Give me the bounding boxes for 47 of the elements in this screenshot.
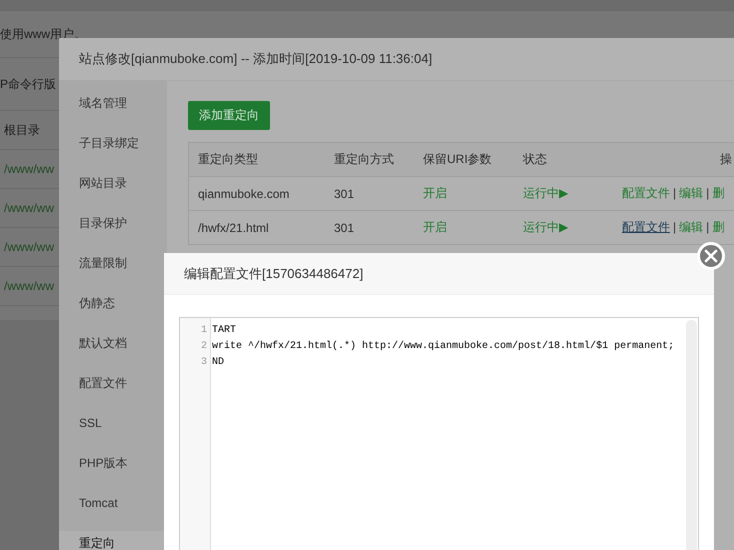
sidebar-item[interactable]: PHP版本 (59, 451, 167, 491)
table-cell: /www/ww (4, 279, 54, 293)
table-cell: /www/ww (4, 201, 54, 215)
sidebar-item[interactable]: Tomcat (59, 491, 167, 531)
sidebar-item[interactable]: 域名管理 (59, 91, 167, 131)
sidebar-item[interactable]: 配置文件 (59, 371, 167, 411)
sidebar-item[interactable]: 流量限制 (59, 251, 167, 291)
separator: | (706, 220, 710, 234)
sidebar-item[interactable]: 重定向 (59, 531, 167, 550)
code-line: write ^/hwfx/21.html(.*) http://www.qianmuboke.com/post/18.html/$1 permanent; (212, 340, 676, 354)
line-number: 2 (200, 340, 208, 354)
code-editor[interactable]: 1 2 3 TART write ^/hwfx/21.html(.*) http://www.qianmuboke.com/post/18.html/$1 permanent; ND (179, 317, 699, 550)
column-header: 保留URI参数 (423, 152, 492, 166)
status-text: 运行中▶ (523, 186, 568, 200)
action-link[interactable]: 配置文件 (622, 220, 670, 234)
table-cell: 开启 (423, 186, 447, 200)
column-header: 重定向方式 (334, 152, 394, 166)
table-cell: 根目录 (4, 122, 40, 138)
status-text: 运行中▶ (523, 220, 568, 234)
table-cell: 开启 (423, 220, 447, 234)
table-cell: P命令行版 (0, 76, 56, 92)
table-cell: /www/ww (4, 162, 54, 176)
sidebar-item[interactable]: 伪静态 (59, 291, 167, 331)
sidebar-item[interactable]: 目录保护 (59, 211, 167, 251)
code-line: TART (212, 324, 238, 338)
sidebar-item[interactable]: 子目录绑定 (59, 131, 167, 171)
column-header: 操 (720, 152, 732, 166)
table-cell: 301 (334, 186, 354, 200)
separator: | (673, 186, 676, 200)
column-header: 重定向类型 (198, 152, 258, 166)
add-redirect-button[interactable]: 添加重定向 (188, 101, 270, 130)
table-cell: /hwfx/21.html (198, 220, 269, 234)
code-line: ND (212, 356, 226, 370)
separator: | (673, 220, 676, 234)
sidebar-item[interactable]: 默认文档 (59, 331, 167, 371)
column-header: 状态 (523, 152, 547, 166)
sidebar-item[interactable]: SSL (59, 411, 167, 451)
line-number: 3 (200, 356, 208, 370)
dialog-title: 编辑配置文件[1570634486472] (184, 264, 364, 282)
scrollbar[interactable] (686, 320, 697, 550)
table-cell: /www/ww (4, 240, 54, 254)
table-cell: 301 (334, 220, 354, 234)
separator: | (706, 186, 710, 200)
table-cell: qianmuboke.com (198, 186, 290, 200)
sidebar-item[interactable]: 网站目录 (59, 171, 167, 211)
line-number: 1 (200, 324, 208, 338)
dialog-title: 站点修改[qianmuboke.com] -- 添加时间[2019-10-09 11:36:04] (79, 50, 432, 68)
